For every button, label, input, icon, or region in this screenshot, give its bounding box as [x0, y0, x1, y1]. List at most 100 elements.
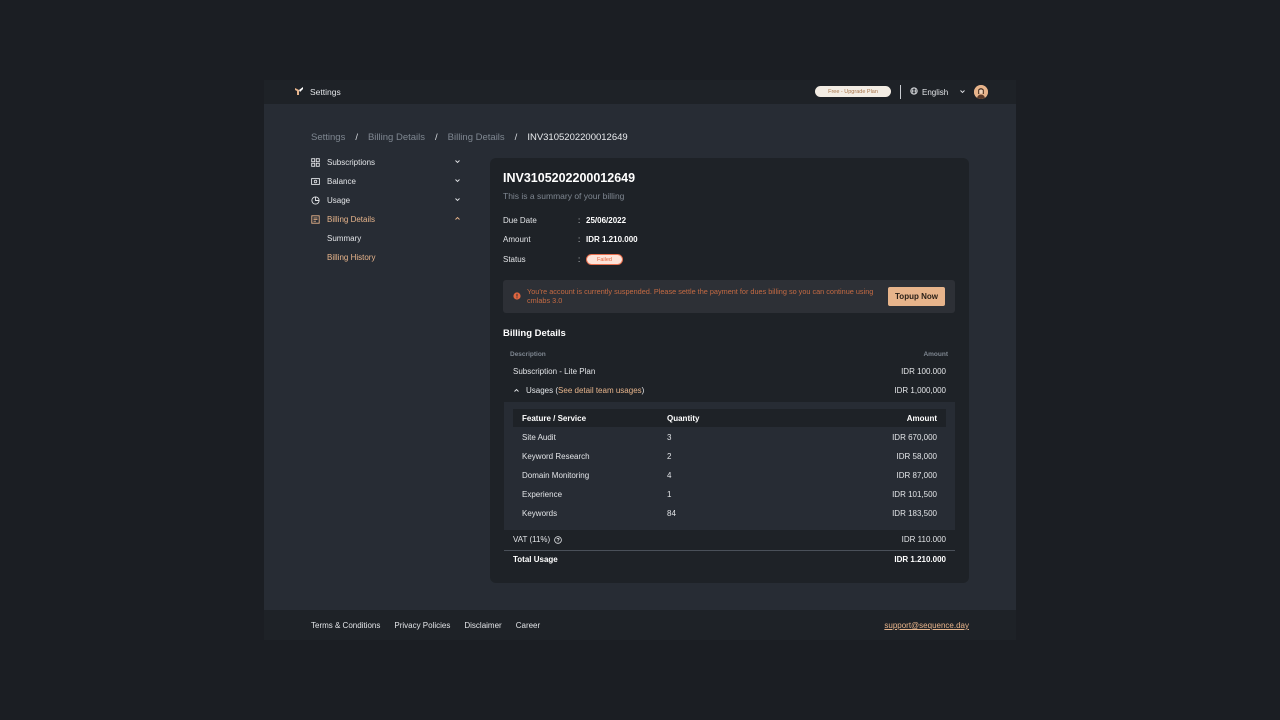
- amount-cell: IDR 670,000: [892, 433, 937, 442]
- due-date-label: Due Date: [503, 216, 537, 225]
- due-date-row: Due Date : 25/06/2022: [503, 216, 626, 225]
- subscription-label: Subscription - Lite Plan: [513, 367, 596, 376]
- invoice-subtitle: This is a summary of your billing: [503, 191, 625, 201]
- upgrade-plan-button[interactable]: Free - Upgrade Plan: [815, 86, 891, 97]
- table-row: Keyword Research 2 IDR 58,000: [513, 447, 946, 465]
- breadcrumb-separator: /: [355, 132, 358, 143]
- suspension-alert: You're account is currently suspended. P…: [503, 280, 955, 313]
- col-amount: Amount: [906, 414, 937, 423]
- usage-table-header: Feature / Service Quantity Amount: [513, 409, 946, 427]
- feature-cell: Keywords: [522, 509, 558, 518]
- topbar-divider: [900, 85, 901, 99]
- feature-cell: Experience: [522, 490, 563, 499]
- page-title: Settings: [310, 87, 341, 97]
- vat-label-group: VAT (11%): [513, 535, 563, 544]
- usages-row[interactable]: Usages (See detail team usages) IDR 1,00…: [513, 386, 946, 395]
- amount-cell: IDR 101,500: [892, 490, 937, 499]
- footer-link-privacy[interactable]: Privacy Policies: [394, 621, 450, 630]
- globe-icon: [910, 87, 918, 97]
- sidebar-item-label: Subscriptions: [327, 158, 376, 167]
- help-icon[interactable]: [554, 535, 563, 544]
- subscription-row: Subscription - Lite Plan IDR 100.000: [513, 367, 946, 376]
- usages-label-group: Usages (See detail team usages): [513, 386, 644, 395]
- feature-cell: Domain Monitoring: [522, 471, 590, 480]
- sidebar-item-balance[interactable]: Balance: [311, 172, 461, 191]
- breadcrumb: Settings / Billing Details / Billing Det…: [311, 132, 628, 143]
- usages-label: Usages: [526, 386, 554, 395]
- brand[interactable]: Settings: [294, 86, 341, 98]
- breadcrumb-settings[interactable]: Settings: [311, 132, 345, 143]
- table-row: Keywords 84 IDR 183,500: [513, 504, 946, 522]
- chevron-down-icon: [454, 196, 461, 205]
- vat-amount: IDR 110.000: [901, 535, 946, 544]
- quantity-cell: 4: [667, 471, 672, 480]
- colon: :: [578, 235, 581, 244]
- footer: Terms & Conditions Privacy Policies Disc…: [264, 610, 1016, 640]
- breadcrumb-separator: /: [514, 132, 518, 143]
- amount-cell: IDR 87,000: [896, 471, 937, 480]
- breadcrumb-separator: /: [435, 132, 438, 143]
- amount-label: Amount: [503, 235, 531, 244]
- sidebar-item-label: Billing Details: [327, 215, 376, 224]
- footer-link-career[interactable]: Career: [516, 621, 540, 630]
- alert-message: You're account is currently suspended. P…: [527, 287, 874, 305]
- footer-link-disclaimer[interactable]: Disclaimer: [464, 621, 501, 630]
- chevron-down-icon[interactable]: [959, 88, 966, 97]
- chevron-up-icon[interactable]: [513, 387, 520, 394]
- support-email-link[interactable]: support@sequence.day: [884, 621, 969, 630]
- amount-cell: IDR 58,000: [896, 452, 937, 461]
- total-label: Total Usage: [513, 555, 558, 564]
- colon: :: [578, 255, 581, 264]
- footer-links: Terms & Conditions Privacy Policies Disc…: [311, 621, 540, 630]
- sidebar-subitem-billing-history[interactable]: Billing History: [311, 248, 461, 267]
- language-selector[interactable]: English: [910, 87, 948, 97]
- status-row: Status : Failed: [503, 254, 623, 265]
- feature-cell: Keyword Research: [522, 452, 590, 461]
- col-feature: Feature / Service: [522, 414, 587, 423]
- amount-cell: IDR 183,500: [892, 509, 937, 518]
- total-row: Total Usage IDR 1.210.000: [513, 555, 946, 564]
- col-description: Description: [510, 351, 546, 358]
- sidebar-item-label: Balance: [327, 177, 356, 186]
- sidebar-item-usage[interactable]: Usage: [311, 191, 461, 210]
- pie-chart-icon: [311, 196, 320, 205]
- subscription-amount: IDR 100.000: [901, 367, 946, 376]
- top-bar: Settings Free - Upgrade Plan English: [264, 80, 1016, 104]
- amount-value: IDR 1.210.000: [586, 235, 638, 244]
- chevron-down-icon: [454, 177, 461, 186]
- chevron-down-icon: [454, 158, 461, 167]
- table-row: Site Audit 3 IDR 670,000: [513, 428, 946, 446]
- vat-label: VAT (11%): [513, 535, 551, 544]
- chevron-up-icon: [454, 215, 461, 224]
- quantity-cell: 3: [667, 433, 672, 442]
- status-badge: Failed: [586, 254, 623, 265]
- quantity-cell: 84: [667, 509, 676, 518]
- sidebar-item-billing-details[interactable]: Billing Details: [311, 210, 461, 229]
- sidebar-subitem-summary[interactable]: Summary: [311, 229, 461, 248]
- sidebar-item-subscriptions[interactable]: Subscriptions: [311, 153, 461, 172]
- amount-row: Amount : IDR 1.210.000: [503, 235, 638, 244]
- total-amount: IDR 1.210.000: [894, 555, 946, 564]
- col-quantity: Quantity: [667, 414, 700, 423]
- invoice-card: INV3105202200012649 This is a summary of…: [490, 158, 969, 583]
- sidebar: Subscriptions Balance Usage Billing Deta…: [311, 153, 461, 267]
- wallet-icon: [311, 177, 320, 186]
- breadcrumb-billing-details[interactable]: Billing Details: [368, 132, 425, 143]
- invoice-id: INV3105202200012649: [503, 171, 636, 185]
- breadcrumb-billing-details-2[interactable]: Billing Details: [448, 132, 505, 143]
- logo-icon: [294, 86, 304, 98]
- footer-link-terms[interactable]: Terms & Conditions: [311, 621, 380, 630]
- topup-now-button[interactable]: Topup Now: [888, 287, 945, 306]
- language-label: English: [922, 87, 949, 97]
- grid-icon: [311, 158, 320, 167]
- breadcrumb-current: INV3105202200012649: [527, 132, 628, 143]
- billing-table-header: Description Amount: [510, 351, 948, 358]
- divider: [504, 550, 955, 551]
- due-date-value: 25/06/2022: [586, 216, 627, 225]
- usages-amount: IDR 1,000,000: [894, 386, 946, 395]
- vat-row: VAT (11%) IDR 110.000: [513, 535, 946, 544]
- colon: :: [578, 216, 581, 225]
- avatar[interactable]: [974, 85, 988, 99]
- see-detail-team-usages-link[interactable]: See detail team usages: [558, 386, 642, 395]
- col-amount: Amount: [923, 351, 948, 358]
